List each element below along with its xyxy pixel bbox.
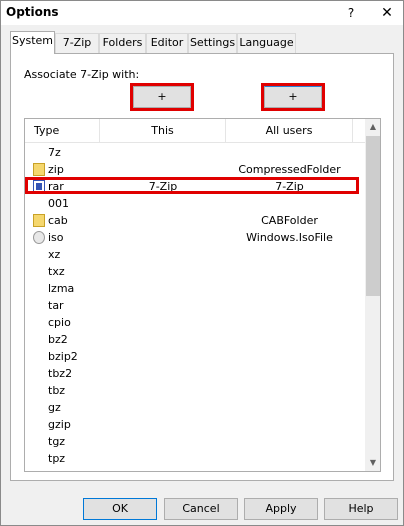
close-icon[interactable]: ✕ [375,3,399,23]
list-item[interactable]: gz [25,399,365,416]
cancel-button[interactable]: Cancel [164,498,238,520]
system-tab-panel: Associate 7-Zip with: + + Type This All … [10,53,394,481]
list-item[interactable]: cab CABFolder [25,212,365,229]
apply-button[interactable]: Apply [244,498,318,520]
list-item-type: gzip [48,418,71,431]
list-item[interactable]: bz2 [25,331,365,348]
list-item-type: gz [48,401,61,414]
list-item[interactable]: zip CompressedFolder [25,161,365,178]
column-header-type[interactable]: Type [25,119,100,143]
tab-settings[interactable]: Settings [188,33,237,53]
list-item-type: xz [48,248,61,261]
tab-language[interactable]: Language [237,33,296,53]
list-item[interactable]: 7z [25,144,365,161]
title-bar: Options ? ✕ [1,1,403,25]
list-item-type: tar [48,299,64,312]
list-item-type: txz [48,265,65,278]
associate-label: Associate 7-Zip with: [24,68,140,81]
list-item-type: iso [48,231,64,244]
list-item-type: tbz [48,384,66,397]
scroll-up-icon[interactable]: ▲ [365,119,380,135]
highlight-box-this-button [130,83,194,111]
list-item-type: bzip2 [48,350,78,363]
list-item-type: cpio [48,316,71,329]
list-item[interactable]: tbz [25,382,365,399]
list-item-type: tgz [48,435,66,448]
disc-icon [33,231,45,244]
highlight-box-rar-row [25,177,359,194]
list-item[interactable]: tgz [25,433,365,450]
scroll-thumb[interactable] [366,136,380,296]
tab-system[interactable]: System [10,31,55,54]
list-item[interactable]: xz [25,246,365,263]
list-item-all-users: CompressedFolder [238,163,341,176]
scroll-down-icon[interactable]: ▼ [365,455,380,471]
list-header: Type This All users [25,119,365,143]
list-item[interactable]: gzip [25,416,365,433]
window-title: Options [6,5,59,19]
vertical-scrollbar[interactable]: ▲ ▼ [365,119,380,471]
zip-folder-icon [33,163,45,176]
list-item[interactable]: cpio [25,314,365,331]
list-item[interactable]: txz [25,263,365,280]
list-item[interactable]: tbz2 [25,365,365,382]
list-item[interactable]: tpz [25,450,365,467]
list-item-type: lzma [48,282,75,295]
list-item-type: 001 [48,197,69,210]
help-button[interactable]: Help [324,498,398,520]
column-header-this[interactable]: This [100,119,226,143]
list-item[interactable]: tar [25,297,365,314]
file-association-list[interactable]: Type This All users 7z zip CompressedFolde… [24,118,381,472]
tab-folders[interactable]: Folders [99,33,146,53]
tab-7zip[interactable]: 7-Zip [55,33,99,53]
list-item-type: cab [48,214,68,227]
column-header-all-users[interactable]: All users [226,119,353,143]
list-item-type: tpz [48,452,66,465]
help-icon[interactable]: ? [341,3,361,23]
list-item[interactable]: 001 [25,195,365,212]
list-item[interactable]: iso Windows.IsoFile [25,229,365,246]
ok-button[interactable]: OK [83,498,157,520]
list-item-type: zip [48,163,64,176]
list-item[interactable]: lzma [25,280,365,297]
list-item-all-users: Windows.IsoFile [246,231,333,244]
list-item-type: 7z [48,146,61,159]
list-item-type: tbz2 [48,367,73,380]
options-dialog: Options ? ✕ System 7-Zip Folders Editor … [0,0,404,526]
tab-editor[interactable]: Editor [146,33,188,53]
list-item[interactable]: bzip2 [25,348,365,365]
cab-folder-icon [33,214,45,227]
highlight-box-all-users-button [261,83,325,111]
list-item-all-users: CABFolder [261,214,318,227]
list-item-type: bz2 [48,333,68,346]
